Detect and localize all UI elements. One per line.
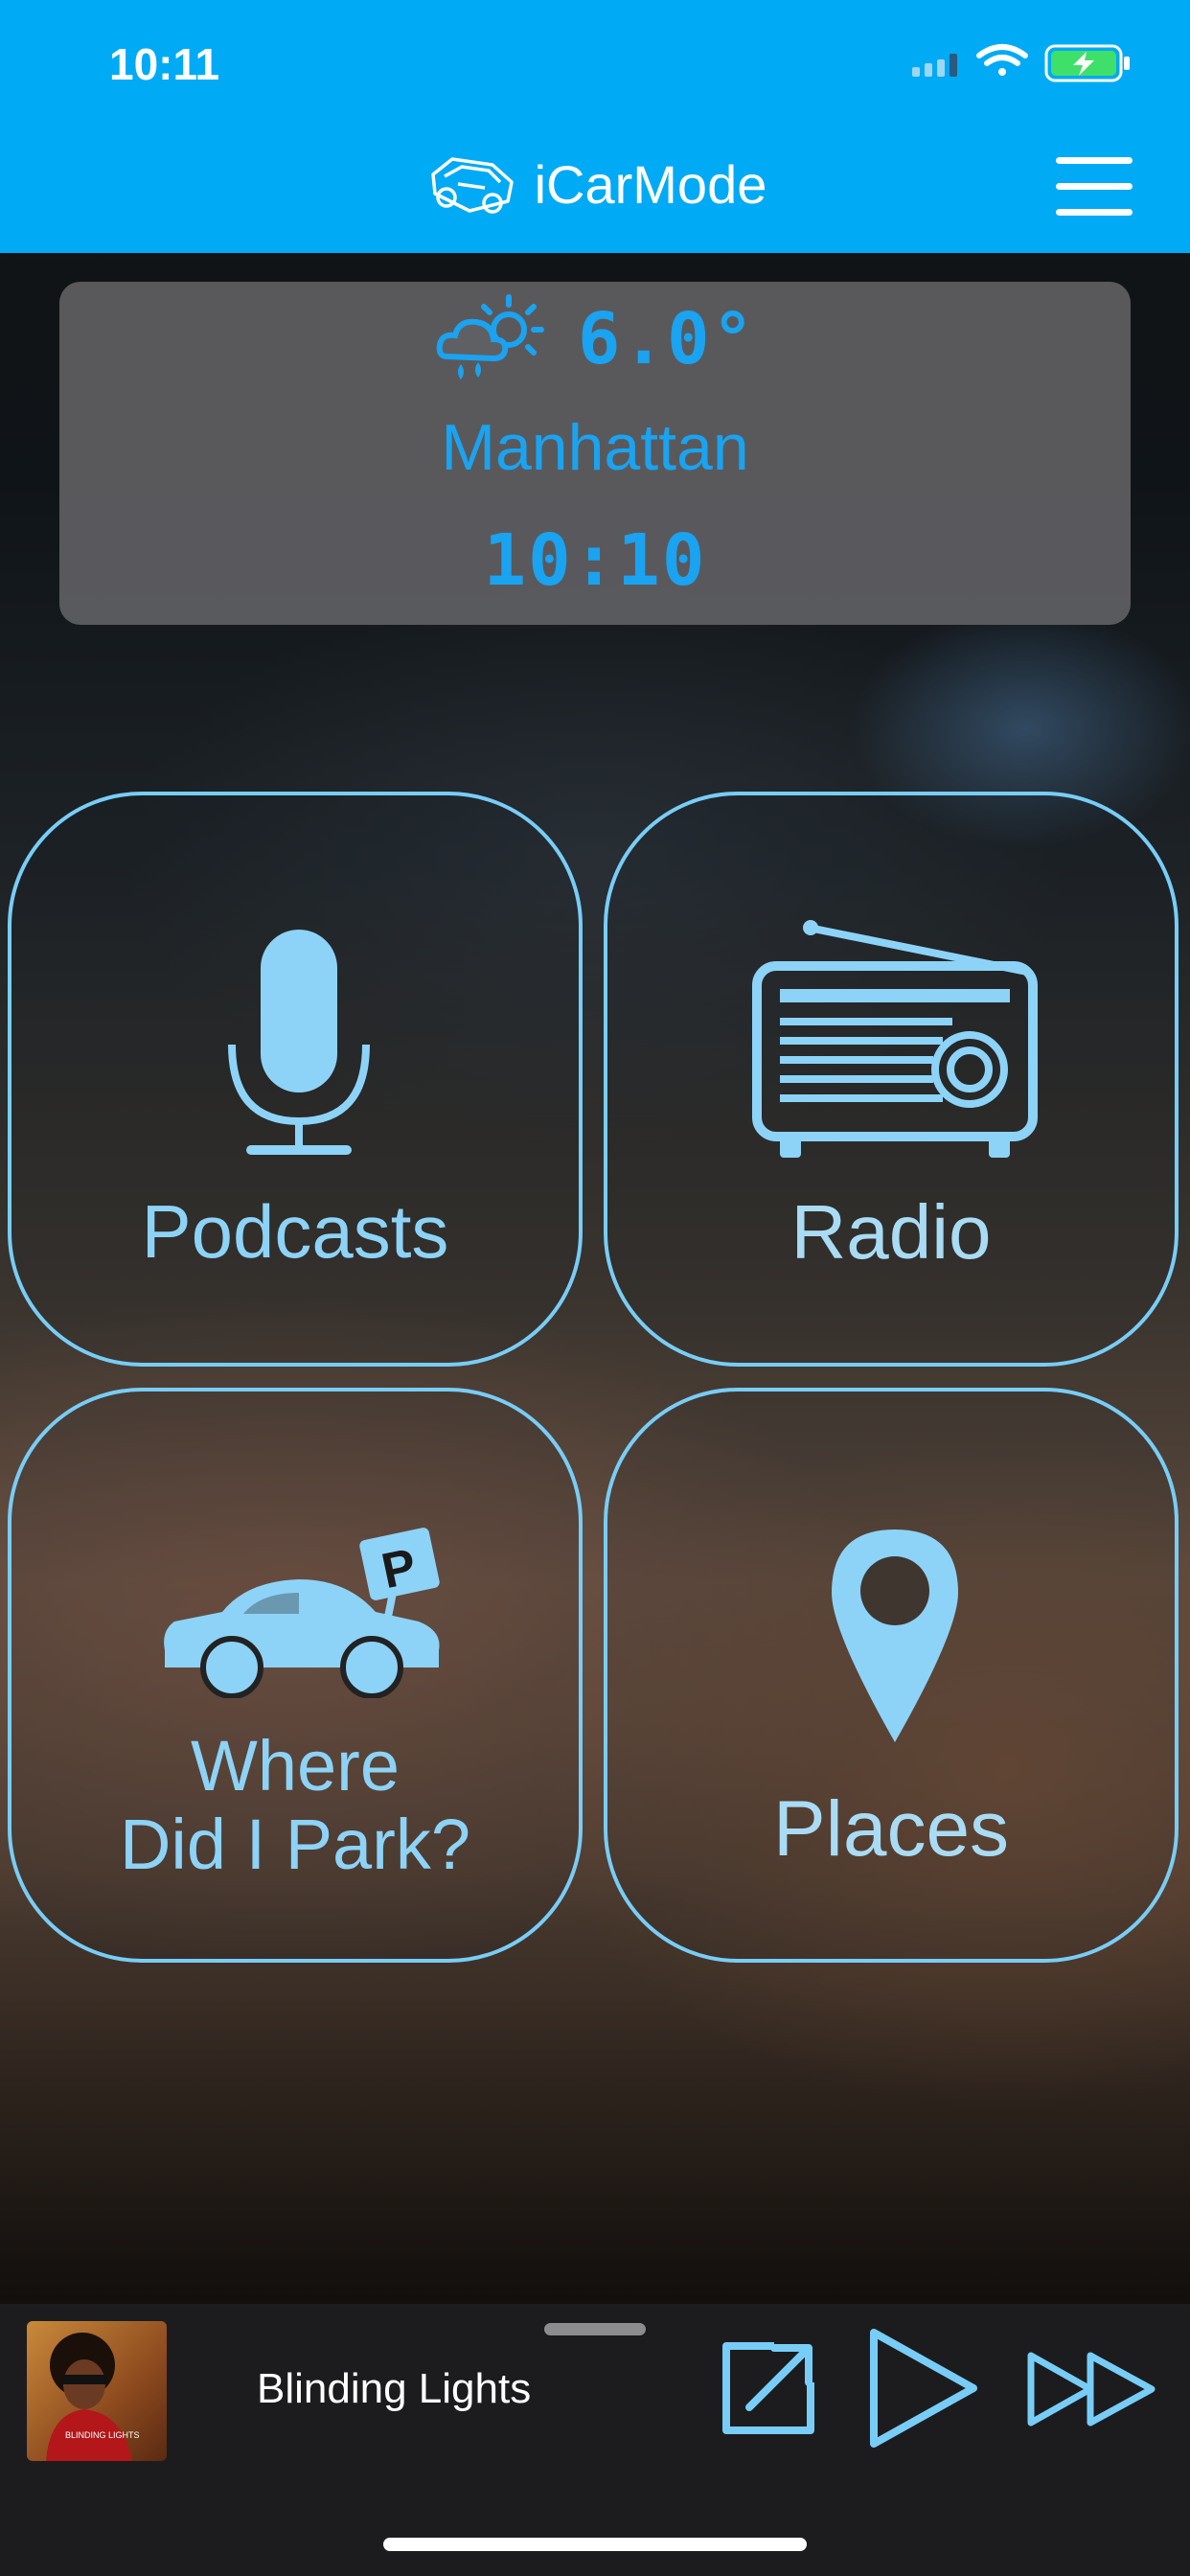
open-external-icon[interactable] — [721, 2340, 816, 2436]
signal-icon — [912, 54, 957, 77]
where-label-line2: Did I Park? — [119, 1805, 471, 1884]
where-label-line1: Where — [191, 1726, 400, 1806]
weather-icon — [436, 294, 544, 380]
microphone-icon — [228, 930, 370, 1155]
battery-icon — [1044, 44, 1130, 82]
temperature: 6.0° — [577, 298, 757, 380]
wifi-icon — [976, 44, 1028, 76]
status-time: 10:11 — [109, 39, 220, 89]
album-art[interactable]: BLINDING LIGHTS — [27, 2321, 167, 2461]
clock-time: 10:10 — [483, 519, 707, 602]
track-title: Blinding Lights — [257, 2365, 532, 2412]
weather-card[interactable]: 6.0° Manhattan 10:10 — [59, 282, 1131, 625]
hamburger-icon — [1056, 157, 1133, 164]
status-icons — [912, 44, 1130, 82]
app-logo-icon — [430, 157, 514, 214]
player-grabber[interactable] — [544, 2323, 646, 2335]
podcasts-label: Podcasts — [141, 1189, 449, 1274]
app-title: iCarMode — [534, 153, 767, 215]
fast-forward-icon[interactable] — [1025, 2350, 1159, 2428]
radio-label: Radio — [790, 1189, 992, 1275]
radio-icon — [752, 920, 1038, 1158]
mini-player[interactable]: BLINDING LIGHTS Blinding Lights — [0, 2304, 1190, 2576]
where-did-i-park-tile[interactable]: P Where Did I Park? — [8, 1388, 583, 1963]
album-art-image: BLINDING LIGHTS — [46, 2333, 140, 2461]
menu-button[interactable] — [1056, 157, 1134, 218]
home-indicator[interactable] — [383, 2538, 807, 2551]
city-name: Manhattan — [441, 411, 749, 484]
play-icon[interactable] — [864, 2325, 983, 2451]
svg-text:BLINDING LIGHTS: BLINDING LIGHTS — [65, 2430, 140, 2440]
places-tile[interactable]: Places — [604, 1388, 1179, 1963]
map-pin-icon — [832, 1530, 958, 1742]
podcasts-tile[interactable]: Podcasts — [8, 792, 583, 1367]
parked-car-icon: P — [164, 1528, 440, 1698]
places-label: Places — [772, 1785, 1010, 1873]
radio-tile[interactable]: Radio — [604, 792, 1179, 1367]
header-bar: 10:11 iCarMode — [0, 0, 1190, 253]
